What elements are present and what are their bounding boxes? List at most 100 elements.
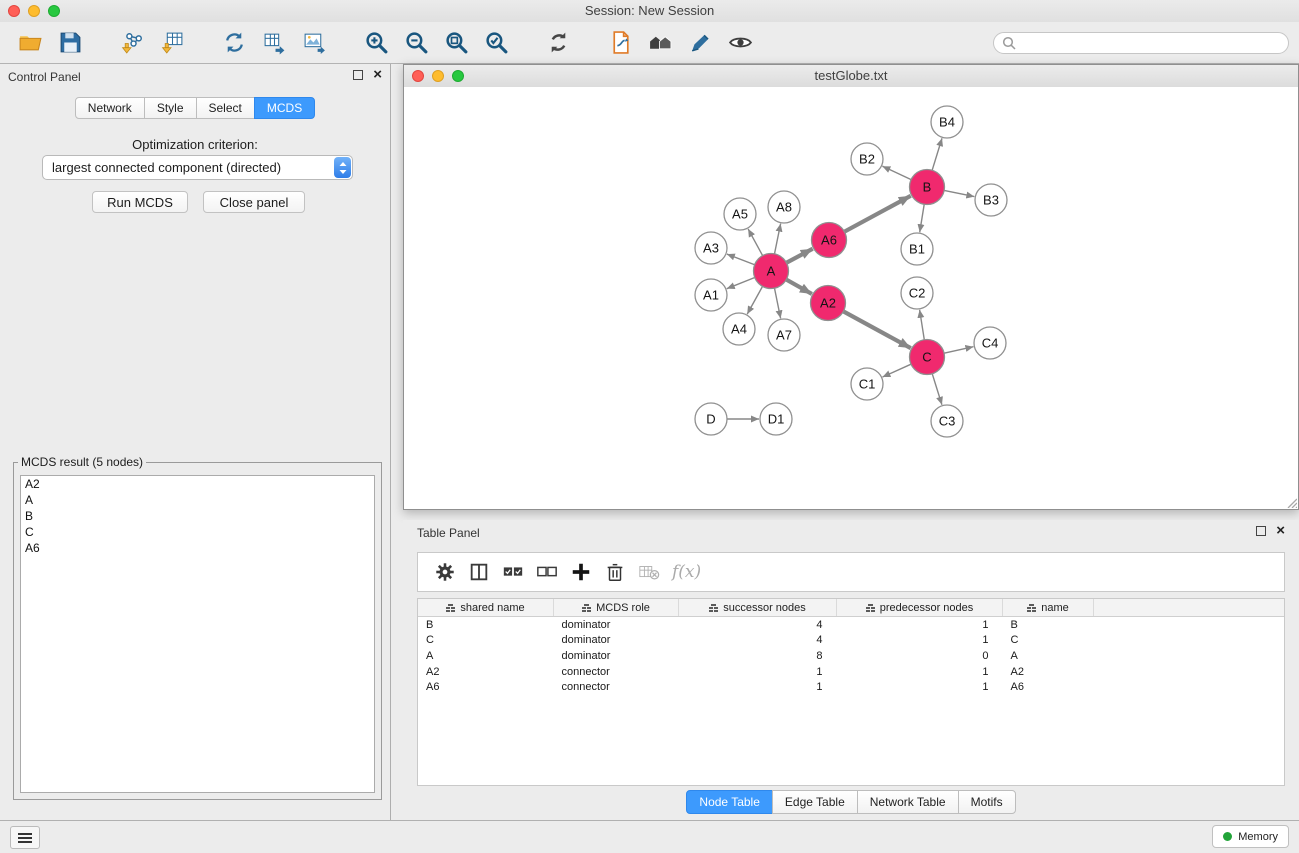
network-edge[interactable] [774, 288, 780, 318]
run-mcds-button[interactable]: Run MCDS [92, 191, 188, 213]
network-edge[interactable] [727, 254, 755, 265]
zoom-fit-button[interactable] [436, 27, 476, 59]
network-node[interactable]: C [910, 340, 945, 375]
close-panel-icon[interactable]: × [373, 69, 382, 81]
network-edge[interactable] [944, 347, 973, 354]
network-node[interactable]: A8 [768, 191, 800, 223]
network-edge[interactable] [920, 310, 925, 340]
network-node[interactable]: A3 [695, 232, 727, 264]
table-row[interactable]: Cdominator41C [418, 633, 1284, 649]
table-settings-button[interactable] [428, 557, 462, 587]
network-node[interactable]: D [695, 403, 727, 435]
tab-edge-table[interactable]: Edge Table [772, 790, 858, 814]
network-node[interactable]: B4 [931, 106, 963, 138]
network-edge[interactable] [932, 138, 942, 170]
network-canvas[interactable]: B4 B2 B B3 A5 A8 A6 B1 A3 A C2 A1 A2 A4 A7 C1 C C4 C3 D D1 [404, 87, 1298, 509]
deselect-all-button[interactable] [530, 557, 564, 587]
zoom-in-button[interactable] [356, 27, 396, 59]
show-graphics-button[interactable] [720, 27, 760, 59]
network-edge[interactable] [882, 166, 911, 179]
tab-network[interactable]: Network [75, 97, 145, 119]
float-table-panel-icon[interactable] [1256, 526, 1266, 536]
network-edge[interactable] [748, 229, 763, 256]
export-network-button[interactable] [214, 27, 254, 59]
tab-select[interactable]: Select [196, 97, 255, 119]
network-node[interactable]: A7 [768, 319, 800, 351]
table-row[interactable]: A6connector11A6 [418, 679, 1284, 695]
save-session-button[interactable] [50, 27, 90, 59]
memory-button[interactable]: Memory [1212, 825, 1289, 848]
network-edge[interactable] [920, 204, 925, 232]
table-cell: connector [554, 664, 679, 680]
network-edge[interactable] [944, 190, 974, 196]
network-edge[interactable] [786, 280, 812, 294]
close-panel-button[interactable]: Close panel [203, 191, 305, 213]
result-item[interactable]: A6 [21, 540, 374, 556]
network-edge[interactable] [844, 196, 910, 232]
table-row[interactable]: Adominator80A [418, 648, 1284, 664]
result-item[interactable]: A2 [21, 476, 374, 492]
network-edge[interactable] [727, 277, 755, 288]
tab-motifs[interactable]: Motifs [958, 790, 1016, 814]
network-edge[interactable] [932, 374, 942, 405]
network-node[interactable]: A5 [724, 198, 756, 230]
network-edge[interactable] [883, 364, 912, 377]
network-node[interactable]: B [910, 170, 945, 205]
zoom-out-button[interactable] [396, 27, 436, 59]
network-node[interactable]: A [754, 254, 789, 289]
tab-style[interactable]: Style [144, 97, 197, 119]
table-row[interactable]: Bdominator41B [418, 617, 1284, 633]
optimization-criterion-select[interactable]: largest connected component (directed) [42, 155, 353, 180]
column-header[interactable]: predecessor nodes [837, 599, 1003, 617]
close-table-panel-icon[interactable]: × [1276, 525, 1285, 537]
show-columns-button[interactable] [462, 557, 496, 587]
column-header[interactable]: shared name [418, 599, 554, 617]
network-node[interactable]: A1 [695, 279, 727, 311]
table-row[interactable]: A2connector11A2 [418, 664, 1284, 680]
function-builder-button[interactable]: f(x) [672, 562, 701, 582]
network-node[interactable]: A4 [723, 313, 755, 345]
network-node[interactable]: C3 [931, 405, 963, 437]
network-node[interactable]: A2 [811, 286, 846, 321]
network-edge[interactable] [843, 311, 910, 348]
first-neighbors-button[interactable] [640, 27, 680, 59]
import-table-button[interactable] [152, 27, 192, 59]
delete-row-button[interactable] [598, 557, 632, 587]
network-node[interactable]: D1 [760, 403, 792, 435]
network-node[interactable]: C4 [974, 327, 1006, 359]
network-node[interactable]: A6 [812, 223, 847, 258]
export-image-button[interactable] [294, 27, 334, 59]
tab-node-table[interactable]: Node Table [686, 790, 773, 814]
task-history-button[interactable] [10, 826, 40, 849]
network-node[interactable]: B2 [851, 143, 883, 175]
result-item[interactable]: A [21, 492, 374, 508]
document-export-button[interactable] [600, 27, 640, 59]
select-all-button[interactable] [496, 557, 530, 587]
column-header[interactable]: name [1003, 599, 1094, 617]
column-header[interactable]: successor nodes [679, 599, 837, 617]
delete-table-button[interactable] [632, 557, 666, 587]
refresh-view-button[interactable] [538, 27, 578, 59]
import-network-button[interactable] [112, 27, 152, 59]
network-edge[interactable] [786, 249, 812, 263]
network-node[interactable]: B1 [901, 233, 933, 265]
tab-network-table[interactable]: Network Table [857, 790, 959, 814]
network-node[interactable]: C1 [851, 368, 883, 400]
network-edge[interactable] [747, 286, 762, 314]
export-table-button[interactable] [254, 27, 294, 59]
network-node[interactable]: C2 [901, 277, 933, 309]
column-header[interactable]: MCDS role [554, 599, 679, 617]
network-node[interactable]: B3 [975, 184, 1007, 216]
network-edge[interactable] [774, 224, 780, 254]
result-item[interactable]: C [21, 524, 374, 540]
float-panel-icon[interactable] [353, 70, 363, 80]
open-session-button[interactable] [10, 27, 50, 59]
search-input[interactable] [1016, 35, 1280, 51]
zoom-selected-button[interactable] [476, 27, 516, 59]
tab-mcds[interactable]: MCDS [254, 97, 315, 119]
network-window-titlebar[interactable]: testGlobe.txt [404, 65, 1298, 88]
add-row-button[interactable] [564, 557, 598, 587]
annotation-button[interactable] [680, 27, 720, 59]
result-item[interactable]: B [21, 508, 374, 524]
resize-grip[interactable] [1285, 496, 1297, 508]
